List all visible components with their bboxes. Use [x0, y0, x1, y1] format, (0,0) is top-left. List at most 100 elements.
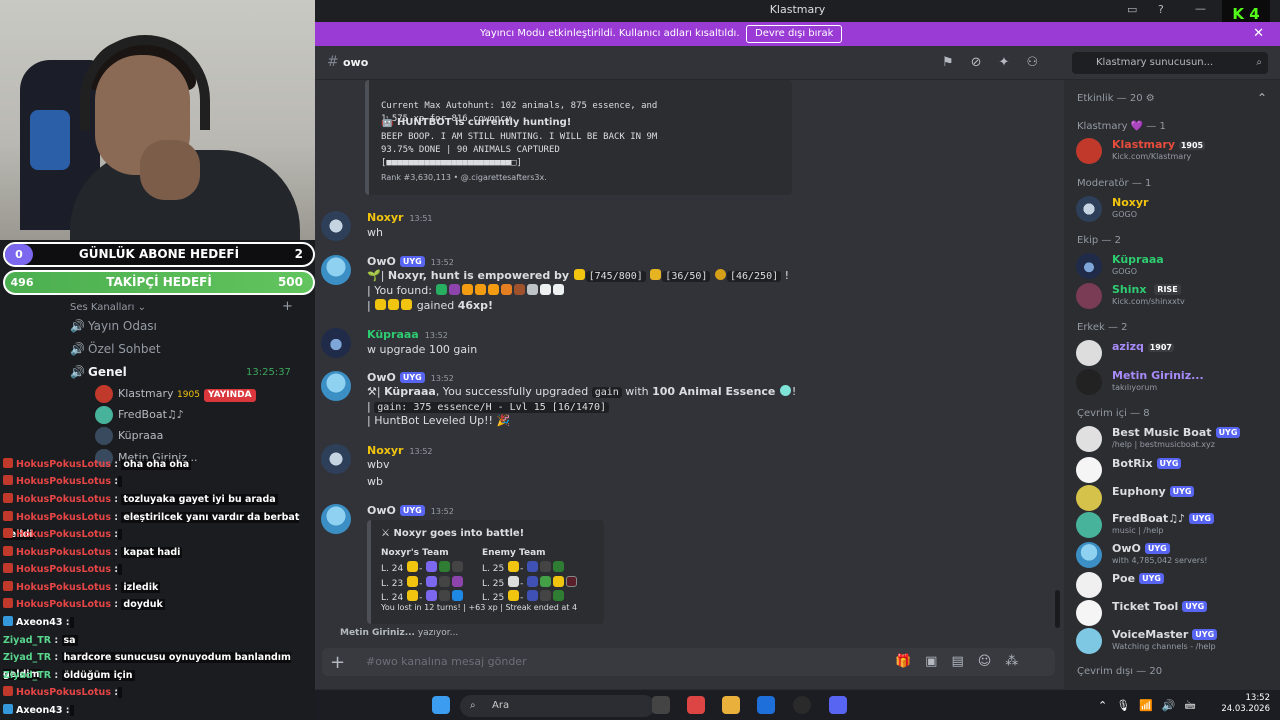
- message-composer: + #owo kanalına mesaj gönder 🎁▣▤☺⁂: [315, 643, 1064, 689]
- inbox-icon[interactable]: ▭: [1127, 3, 1137, 16]
- clock[interactable]: 13:52 24.03.2026: [1221, 693, 1270, 715]
- follower-goal-title: TAKİPÇİ HEDEFİ: [106, 275, 212, 289]
- hunt-line: 🌱| Noxyr, hunt is empowered by [745/800]…: [367, 269, 790, 282]
- avatar[interactable]: [321, 371, 351, 401]
- message-author[interactable]: OwO UYG 13:52: [367, 504, 454, 517]
- huntbot-embed: Current Max Autohunt: 102 animals, 875 e…: [365, 80, 792, 195]
- disable-streamer-mode-button[interactable]: Devre dışı bırak: [746, 25, 843, 43]
- windows-start-icon[interactable]: [432, 696, 450, 714]
- voice-category[interactable]: Ses Kanalları ⌄: [70, 298, 300, 318]
- member-item[interactable]: Ticket Tool UYG: [1076, 597, 1276, 626]
- member-item[interactable]: OwO UYG with 4,785,042 servers!: [1076, 539, 1276, 568]
- activity-header[interactable]: Etkinlik — 20 ⚙: [1077, 93, 1155, 104]
- member-item[interactable]: Shinx RISE Kick.com/shinxxtv: [1076, 280, 1276, 309]
- speaker-icon: 🔊: [70, 319, 85, 333]
- hash-icon: #: [327, 54, 339, 70]
- message-text: wbv: [367, 458, 390, 471]
- group-header: Ekip — 2: [1077, 235, 1121, 246]
- member-item[interactable]: Küpraaa GOGO: [1076, 250, 1276, 279]
- close-icon[interactable]: ✕: [1253, 26, 1264, 41]
- message-author[interactable]: OwO UYG 13:52: [367, 255, 454, 268]
- message-author[interactable]: Küpraaa 13:52: [367, 328, 448, 341]
- member-item[interactable]: Noxyr GOGO: [1076, 193, 1276, 222]
- typing-indicator: Metin Giriniz... yazıyor...: [340, 628, 459, 638]
- discord-icon[interactable]: [829, 696, 847, 714]
- group-header: Moderatör — 1: [1077, 178, 1152, 189]
- follower-goal-bar: 496 TAKİPÇİ HEDEFİ 500: [3, 270, 315, 295]
- member-item[interactable]: Klastmary 1905 Kick.com/Klastmary: [1076, 135, 1276, 164]
- header-toolbar[interactable]: ⚑⊘✦⚇: [942, 55, 1055, 70]
- message-author[interactable]: OwO UYG 13:52: [367, 371, 454, 384]
- member-item[interactable]: BotRix UYG: [1076, 454, 1276, 483]
- brave-icon[interactable]: [687, 696, 705, 714]
- message-input[interactable]: + #owo kanalına mesaj gönder 🎁▣▤☺⁂: [322, 648, 1055, 676]
- search-input[interactable]: Klastmary sunucusun... ⌕: [1072, 52, 1268, 74]
- member-item[interactable]: azizq 1907: [1076, 337, 1276, 366]
- chat-line: HokusPokusLotus : eleştirilcek yanı vard…: [3, 511, 300, 540]
- chat-line: HokusPokusLotus :: [3, 561, 313, 578]
- chevron-up-icon[interactable]: ⌃: [1257, 91, 1267, 105]
- sub-goal-target: 2: [294, 247, 303, 261]
- explorer-icon[interactable]: [722, 696, 740, 714]
- app-icon[interactable]: [793, 696, 811, 714]
- chat-line: Axeon43 :: [3, 702, 313, 719]
- chat-line: HokusPokusLotus :: [3, 684, 313, 701]
- voice-user[interactable]: Klastmary 1905 YAYINDA: [95, 384, 305, 404]
- message-text: wh: [367, 226, 383, 239]
- battle-embed: ⚔ Noxyr goes into battle! Noxyr's Team E…: [367, 520, 604, 624]
- hunt-found-line: | You found:: [367, 284, 565, 297]
- member-item[interactable]: Euphony UYG: [1076, 482, 1276, 511]
- message-author[interactable]: Noxyr 13:52: [367, 444, 433, 457]
- voice-channel-ozel[interactable]: 🔊 Özel Sohbet: [70, 339, 300, 359]
- chat-line: Ziyad_TR : öldüğüm için: [3, 670, 135, 681]
- chat-line: HokusPokusLotus :: [3, 473, 313, 490]
- minimize-icon[interactable]: —: [1195, 2, 1206, 15]
- chat-line: HokusPokusLotus : doyduk: [3, 596, 313, 613]
- avatar[interactable]: [321, 504, 351, 534]
- team1-list: L. 24 - L. 23 - L. 24 -: [381, 561, 464, 605]
- member-item[interactable]: VoiceMaster UYG Watching channels - /help: [1076, 625, 1276, 654]
- team2-list: L. 25 - L. 25 - L. 25 -: [482, 561, 578, 605]
- member-item[interactable]: FredBoat♫♪ UYG music | /help: [1076, 509, 1276, 538]
- outlook-icon[interactable]: [757, 696, 775, 714]
- avatar[interactable]: [321, 444, 351, 474]
- voice-user[interactable]: FredBoat♫♪: [95, 405, 305, 425]
- hunt-xp-line: | gained 46xp!: [367, 299, 494, 312]
- chat-line: HokusPokusLotus : kapat hadi: [3, 544, 313, 561]
- chat-line: HokusPokusLotus : oha oha oha: [3, 456, 313, 473]
- avatar[interactable]: [321, 255, 351, 285]
- rank-text: Rank #3,630,113 • @.cigarettesafters3x.: [381, 173, 547, 182]
- member-list: Etkinlik — 20 ⚙ ⌃ Klastmary 💜 — 1 Klastm…: [1064, 80, 1280, 689]
- scrollbar[interactable]: [1055, 590, 1060, 628]
- voice-user[interactable]: Küpraaa: [95, 426, 305, 446]
- battle-title: ⚔ Noxyr goes into battle!: [381, 528, 525, 539]
- task-view-icon[interactable]: [652, 696, 670, 714]
- chat-line: HokusPokusLotus : izledik: [3, 579, 313, 596]
- sub-goal-bar: 0 GÜNLÜK ABONE HEDEFİ 2: [3, 242, 315, 267]
- group-header: Klastmary 💜 — 1: [1077, 121, 1166, 132]
- chat-line: Ziyad_TR : sa: [3, 635, 78, 646]
- voice-timer: 13:25:37: [246, 367, 291, 378]
- taskbar-search[interactable]: ⌕ Ara: [460, 695, 655, 717]
- voice-channel-yayin[interactable]: 🔊 Yayın Odası: [70, 316, 300, 336]
- speaker-icon: 🔊: [70, 365, 85, 379]
- levelup-line: | HuntBot Leveled Up!! 🎉: [367, 414, 511, 427]
- help-icon[interactable]: ?: [1158, 3, 1164, 16]
- add-attachment-icon[interactable]: +: [330, 652, 345, 673]
- avatar[interactable]: [321, 211, 351, 241]
- member-item[interactable]: Poe UYG: [1076, 569, 1276, 598]
- group-header: Çevrim içi — 8: [1077, 408, 1150, 419]
- speaker-icon: 🔊: [70, 342, 85, 356]
- follower-goal-target: 500: [277, 275, 303, 289]
- system-tray[interactable]: ⌃🎙📶🔊🖮: [1098, 697, 1205, 716]
- search-icon: ⌕: [470, 700, 476, 711]
- composer-actions[interactable]: 🎁▣▤☺⁂: [895, 654, 1032, 669]
- member-item[interactable]: Best Music Boat UYG/help | bestmusicboat.…: [1076, 423, 1276, 452]
- group-header: Çevrim dışı — 20: [1077, 666, 1163, 677]
- upgrade-stats: | gain: 375 essence/H - Lvl 15 [16/1470]: [367, 400, 609, 413]
- member-item[interactable]: Metin Giriniz... takılıyorum: [1076, 366, 1276, 395]
- message-author[interactable]: Noxyr 13:51: [367, 211, 433, 224]
- avatar[interactable]: [321, 328, 351, 358]
- chat-line: Ziyad_TR : hardcore sunucusu oynuyodum b…: [3, 652, 291, 680]
- add-channel-icon[interactable]: +: [282, 299, 293, 314]
